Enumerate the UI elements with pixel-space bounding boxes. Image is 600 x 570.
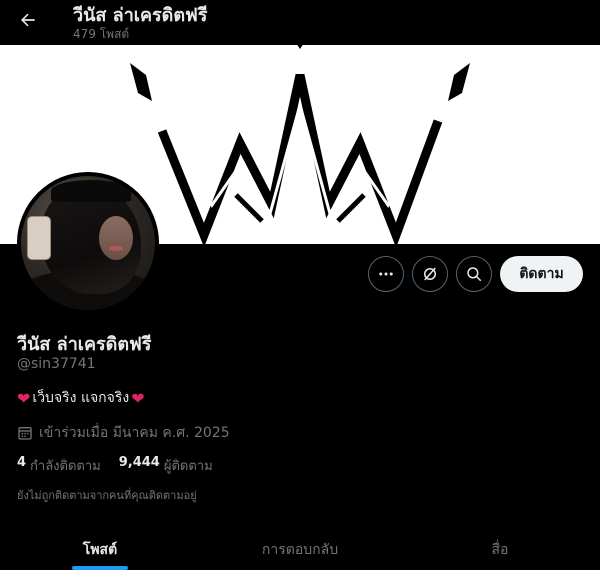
search-icon	[467, 267, 482, 282]
joined-text: เข้าร่วมเมื่อ มีนาคม ค.ศ. 2025	[39, 425, 230, 441]
top-bar: วีนัส ล่าเครดิตฟรี 479 โพสต์	[0, 0, 600, 45]
tab-replies[interactable]: การตอบกลับ	[200, 528, 400, 570]
following-count: 4	[17, 455, 27, 470]
calendar-icon	[18, 427, 32, 440]
back-button[interactable]	[14, 6, 42, 34]
not-followed-note: ยังไม่ถูกติดตามจากคนที่คุณติดตามอยู่	[17, 489, 197, 502]
tab-posts[interactable]: โพสต์	[0, 528, 200, 570]
tab-label: การตอบกลับ	[261, 542, 339, 558]
following-link[interactable]: 4 กำลังติดตาม	[17, 455, 101, 476]
profile-tabs: โพสต์ การตอบกลับ สื่อ	[0, 528, 600, 570]
grok-icon	[424, 267, 436, 281]
following-label: กำลังติดตาม	[30, 459, 101, 474]
profile-bio: ❤ เว็บจริง แจกจริง ❤	[17, 387, 145, 409]
post-count: 479 โพสต์	[73, 27, 130, 41]
joined-date: เข้าร่วมเมื่อ มีนาคม ค.ศ. 2025	[17, 422, 230, 444]
bio-text: เว็บจริง แจกจริง	[32, 390, 130, 406]
avatar[interactable]	[17, 172, 159, 314]
arrow-left-icon	[21, 13, 35, 27]
follow-stats: 4 กำลังติดตาม 9,444 ผู้ติดตาม	[17, 455, 213, 476]
followers-link[interactable]: 9,444 ผู้ติดตาม	[119, 455, 213, 476]
tab-label: สื่อ	[491, 542, 509, 558]
heart-icon: ❤	[17, 388, 31, 408]
follow-button[interactable]: ติดตาม	[500, 256, 583, 292]
tab-media[interactable]: สื่อ	[400, 528, 600, 570]
followers-label: ผู้ติดตาม	[163, 459, 213, 474]
grok-button[interactable]	[412, 256, 448, 292]
profile-handle: @sin37741	[17, 356, 96, 372]
more-button[interactable]	[368, 256, 404, 292]
avatar-image	[21, 176, 155, 310]
more-dots-icon	[379, 272, 393, 276]
profile-name: วีนัส ล่าเครดิตฟรี	[17, 334, 152, 355]
active-tab-indicator	[72, 566, 128, 570]
followers-count: 9,444	[118, 455, 160, 470]
search-button[interactable]	[456, 256, 492, 292]
heart-icon: ❤	[131, 388, 145, 408]
tab-label: โพสต์	[82, 542, 118, 558]
